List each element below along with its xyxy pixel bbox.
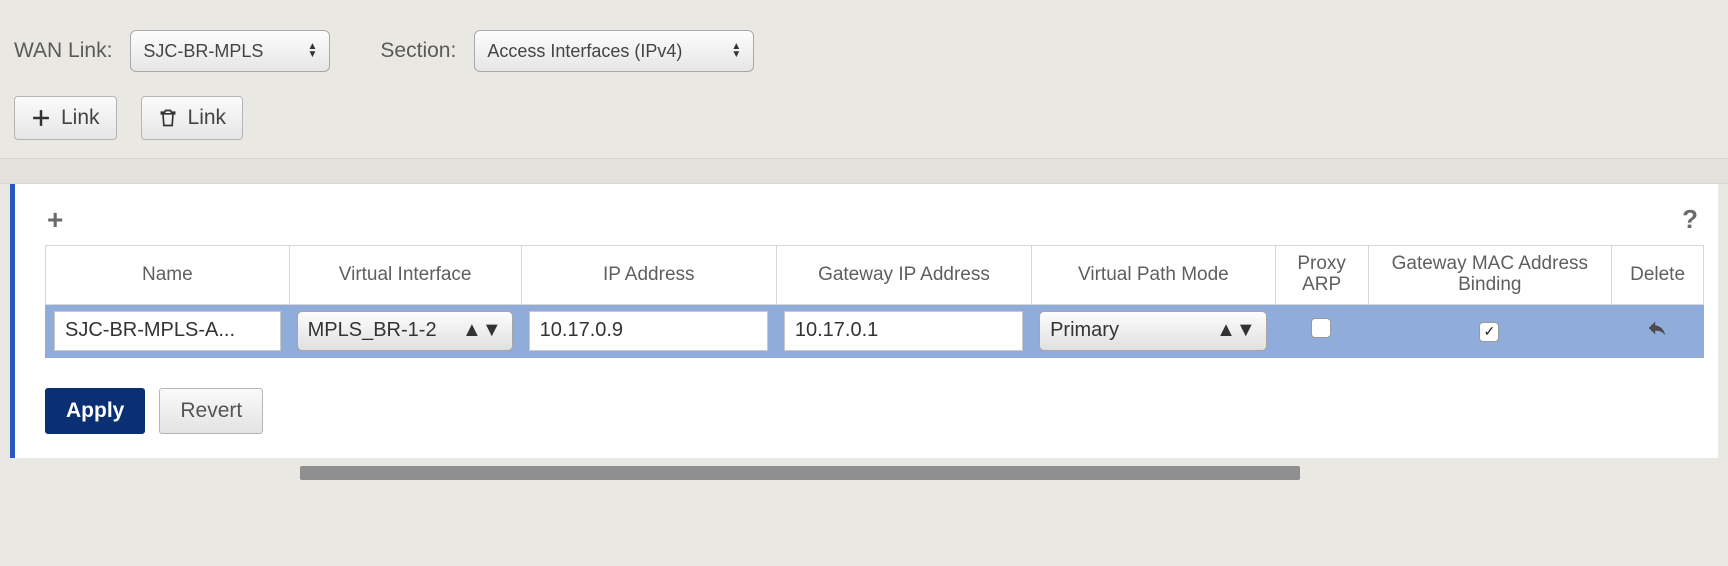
revert-button[interactable]: Revert: [159, 388, 263, 434]
chevron-updown-icon: ▲▼: [731, 43, 741, 59]
access-interfaces-card: + ? Name Virtual Interface IP Address Ga…: [10, 184, 1718, 458]
col-proxy-arp: Proxy ARP: [1275, 245, 1368, 305]
chevron-updown-icon: ▲▼: [1216, 319, 1256, 342]
chevron-updown-icon: ▲▼: [308, 43, 318, 59]
col-gateway-mac-binding: Gateway MAC Address Binding: [1368, 245, 1612, 305]
virtual-path-mode-select[interactable]: Primary ▲▼: [1039, 311, 1267, 351]
virtual-path-mode-value: Primary: [1050, 319, 1119, 342]
col-delete: Delete: [1611, 245, 1704, 305]
section-select[interactable]: Access Interfaces (IPv4) ▲▼: [474, 30, 754, 72]
col-ip-address: IP Address: [521, 245, 776, 305]
proxy-arp-checkbox[interactable]: [1311, 318, 1331, 338]
virtual-interface-value: MPLS_BR-1-2: [308, 319, 437, 342]
col-virtual-interface: Virtual Interface: [289, 245, 521, 305]
col-name: Name: [45, 245, 289, 305]
access-interfaces-table: Name Virtual Interface IP Address Gatewa…: [45, 245, 1704, 358]
revert-row-button[interactable]: [1646, 323, 1668, 343]
divider: [0, 158, 1728, 184]
delete-link-button[interactable]: Link: [141, 96, 244, 140]
chevron-updown-icon: ▲▼: [462, 319, 502, 342]
table-header-row: Name Virtual Interface IP Address Gatewa…: [45, 245, 1704, 305]
gateway-ip-input[interactable]: 10.17.0.1: [784, 311, 1023, 351]
virtual-interface-select[interactable]: MPLS_BR-1-2 ▲▼: [297, 311, 513, 351]
ip-address-input[interactable]: 10.17.0.9: [529, 311, 768, 351]
reply-icon: [1646, 317, 1668, 339]
table-row[interactable]: SJC-BR-MPLS-A... MPLS_BR-1-2 ▲▼ 10.17.0.…: [45, 305, 1704, 358]
trash-icon: [158, 108, 178, 128]
wan-link-select[interactable]: SJC-BR-MPLS ▲▼: [130, 30, 330, 72]
filter-bar: WAN Link: SJC-BR-MPLS ▲▼ Section: Access…: [0, 0, 1728, 158]
name-input[interactable]: SJC-BR-MPLS-A...: [54, 311, 281, 351]
wan-link-label: WAN Link:: [14, 39, 112, 63]
wan-link-value: SJC-BR-MPLS: [143, 41, 263, 62]
add-link-label: Link: [61, 106, 100, 130]
col-gateway-ip: Gateway IP Address: [776, 245, 1031, 305]
section-value: Access Interfaces (IPv4): [487, 41, 682, 62]
apply-button[interactable]: Apply: [45, 388, 145, 434]
add-link-button[interactable]: Link: [14, 96, 117, 140]
delete-link-label: Link: [188, 106, 227, 130]
gateway-mac-binding-checkbox[interactable]: ✓: [1479, 322, 1499, 342]
footer-actions: Apply Revert: [45, 388, 1704, 434]
plus-icon: [31, 108, 51, 128]
add-row-button[interactable]: +: [47, 210, 63, 230]
horizontal-scrollbar[interactable]: [300, 466, 1300, 480]
col-virtual-path-mode: Virtual Path Mode: [1031, 245, 1275, 305]
help-button[interactable]: ?: [1682, 204, 1698, 235]
section-label: Section:: [380, 39, 456, 63]
